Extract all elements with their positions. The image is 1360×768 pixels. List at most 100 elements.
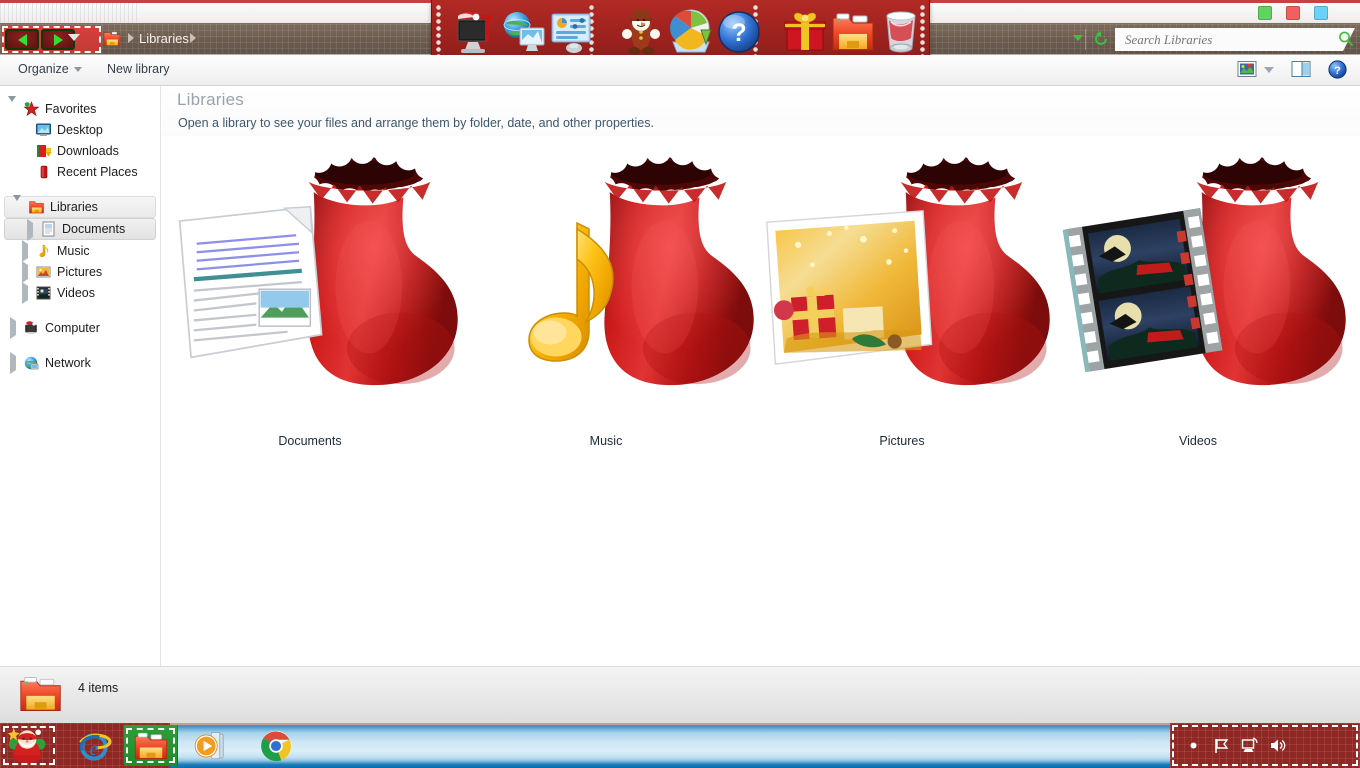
red-folder-icon[interactable] <box>829 8 877 56</box>
sidebar-header-network[interactable]: Network <box>0 352 160 374</box>
new-library-button[interactable]: New library <box>107 62 170 76</box>
svg-text:e: e <box>89 738 98 760</box>
address-bar-divider <box>1085 29 1086 50</box>
sidebar-item-documents[interactable]: Documents <box>4 218 156 241</box>
window-controls[interactable] <box>1258 6 1328 20</box>
help-icon[interactable]: ? <box>715 8 763 56</box>
svg-text:?: ? <box>731 19 746 47</box>
tile-label: Pictures <box>879 434 925 448</box>
forward-arrow-icon <box>53 33 63 46</box>
network-tray-icon[interactable] <box>1240 736 1259 755</box>
documents-icon <box>40 221 57 237</box>
recycle-bin-icon[interactable] <box>877 8 925 56</box>
help-button-icon[interactable]: ? <box>1328 60 1347 79</box>
sidebar-item-recent-places[interactable]: Recent Places <box>0 161 160 182</box>
sidebar-label: Network <box>45 355 91 370</box>
tile-label: Music <box>589 434 623 448</box>
expander-closed-icon[interactable] <box>19 282 32 304</box>
sidebar-item-music[interactable]: Music <box>0 240 160 262</box>
pictures-icon <box>35 264 52 280</box>
sidebar-header-computer[interactable]: Computer <box>0 317 160 339</box>
my-computer-gift-icon[interactable] <box>450 8 498 56</box>
back-arrow-icon <box>17 33 27 46</box>
desktop-icon <box>35 122 52 138</box>
show-hidden-icons-icon[interactable] <box>1184 736 1203 755</box>
sidebar-label: Documents <box>62 222 126 236</box>
christmas-toolbar: ? <box>431 0 930 63</box>
sidebar-label: Computer <box>45 320 100 335</box>
libraries-icon <box>28 199 45 215</box>
expander-open-icon[interactable] <box>7 96 20 116</box>
expander-closed-icon[interactable] <box>19 261 32 283</box>
libraries-folder-icon <box>18 672 64 716</box>
computer-icon <box>23 320 40 336</box>
network-internet-icon[interactable] <box>500 8 548 56</box>
organize-label: Organize <box>18 62 69 76</box>
system-tray: 10:58 AM 12/14/2014 <box>1170 723 1360 768</box>
expander-closed-icon[interactable] <box>7 317 20 339</box>
sidebar-label: Downloads <box>57 143 119 158</box>
downloads-shield-icon[interactable] <box>667 8 715 56</box>
expander-closed-icon[interactable] <box>24 218 37 241</box>
chevron-down-icon <box>73 66 82 72</box>
music-stocking-icon <box>458 138 754 436</box>
volume-tray-icon[interactable] <box>1268 736 1287 755</box>
minimize-button[interactable] <box>1258 6 1272 20</box>
recent-pages-chevron-down-icon[interactable] <box>68 34 80 41</box>
change-view-icon[interactable] <box>1237 60 1257 78</box>
documents-stocking-icon <box>162 138 458 436</box>
library-tiles: Documents Music Pictures Videos <box>162 138 1360 526</box>
taskbar-item-windows-explorer[interactable] <box>123 725 178 766</box>
breadcrumb-libraries-icon <box>102 30 122 48</box>
taskbar-item-windows-media-player[interactable] <box>185 725 240 766</box>
maximize-button[interactable] <box>1286 6 1300 20</box>
expander-open-icon[interactable] <box>12 194 25 215</box>
sidebar-label: Recent Places <box>57 164 138 179</box>
library-tile-music[interactable]: Music <box>458 138 754 476</box>
control-panel-icon[interactable] <box>548 8 596 56</box>
sidebar-item-desktop[interactable]: Desktop <box>0 119 160 140</box>
sidebar-label: Pictures <box>57 264 103 279</box>
preview-pane-icon[interactable] <box>1291 60 1311 78</box>
close-button[interactable] <box>1314 6 1328 20</box>
search-box[interactable] <box>1115 28 1355 51</box>
taskbar-item-internet-explorer[interactable]: e <box>66 725 121 766</box>
sidebar-header-libraries[interactable]: Libraries <box>4 194 156 218</box>
svg-text:?: ? <box>1334 65 1341 77</box>
sidebar-item-pictures[interactable]: Pictures <box>0 261 160 283</box>
search-input[interactable] <box>1125 32 1335 48</box>
start-button[interactable] <box>1 724 57 767</box>
sidebar-item-downloads[interactable]: Downloads <box>0 140 160 161</box>
organize-button[interactable]: Organize <box>18 62 82 76</box>
sidebar-label: Favorites <box>45 101 97 116</box>
sidebar-item-videos[interactable]: Videos <box>0 282 160 304</box>
breadcrumb-separator-icon <box>128 33 134 43</box>
gift-box-icon[interactable] <box>781 8 829 56</box>
previous-locations-chevron-down-icon[interactable] <box>1073 35 1083 41</box>
change-view-chevron-down-icon[interactable] <box>1264 67 1274 73</box>
sidebar-label: Libraries <box>50 200 98 214</box>
expander-closed-icon[interactable] <box>7 352 20 374</box>
expander-placeholder <box>19 144 32 157</box>
breadcrumb-item-libraries[interactable]: Libraries <box>139 31 189 46</box>
tile-label: Videos <box>1179 434 1217 448</box>
status-bar <box>0 666 1360 723</box>
library-tile-documents[interactable]: Documents <box>162 138 458 476</box>
sidebar-header-favorites[interactable]: Favorites <box>0 96 160 119</box>
snowman-icon[interactable] <box>617 8 665 56</box>
back-button[interactable] <box>5 29 39 50</box>
search-icon[interactable] <box>1337 30 1355 48</box>
refresh-icon[interactable] <box>1092 30 1110 48</box>
library-tile-pictures[interactable]: Pictures <box>754 138 1050 476</box>
videos-icon <box>35 285 52 301</box>
title-bar-texture <box>0 3 140 23</box>
taskbar-item-google-chrome[interactable] <box>248 725 303 766</box>
breadcrumb-separator-icon[interactable] <box>190 33 196 43</box>
status-item-count: 4 items <box>78 681 119 695</box>
action-center-flag-icon[interactable] <box>1212 736 1231 755</box>
expander-closed-icon[interactable] <box>19 240 32 262</box>
videos-stocking-icon <box>1050 138 1346 436</box>
library-tile-videos[interactable]: Videos <box>1050 138 1346 476</box>
